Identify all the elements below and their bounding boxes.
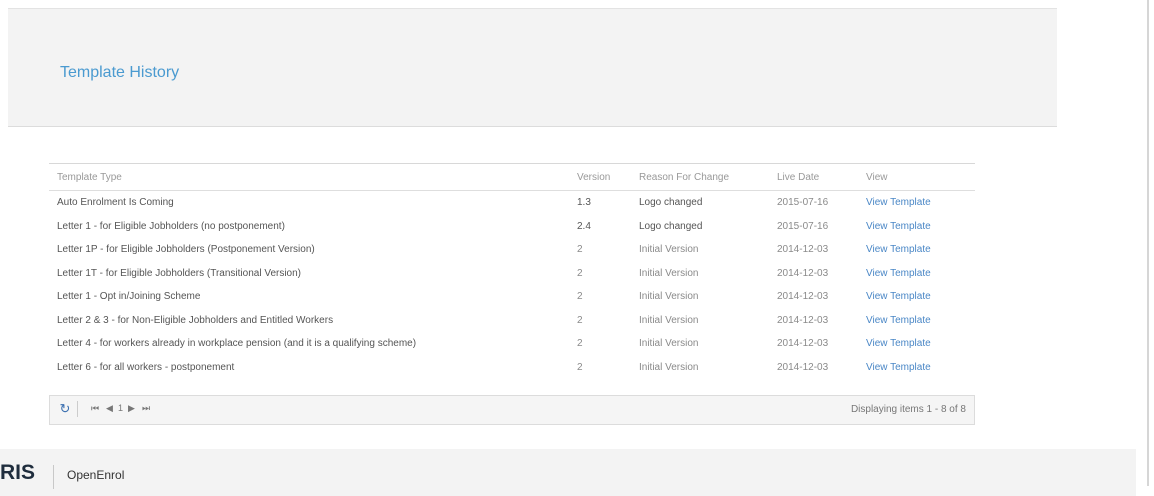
live-date-cell: 2014-12-03 bbox=[777, 361, 829, 373]
view-template-link[interactable]: View Template bbox=[858, 332, 975, 356]
template-type-cell: Letter 1T - for Eligible Jobholders (Tra… bbox=[57, 267, 302, 279]
reason-cell: Initial Version bbox=[639, 338, 699, 350]
column-header-live-date[interactable]: Live Date bbox=[769, 163, 858, 191]
brand-logo: RIS bbox=[0, 461, 36, 484]
version-cell: 2 bbox=[577, 244, 583, 256]
scrollbar[interactable] bbox=[1147, 0, 1149, 486]
version-cell: 2 bbox=[577, 267, 583, 279]
table-row: Letter 1T - for Eligible Jobholders (Tra… bbox=[49, 262, 975, 286]
version-cell: 2 bbox=[577, 338, 583, 350]
view-template-link[interactable]: View Template bbox=[858, 238, 975, 262]
footer: RIS OpenEnrol bbox=[0, 449, 1136, 496]
column-header-version[interactable]: Version bbox=[569, 163, 631, 191]
reason-cell: Logo changed bbox=[639, 197, 703, 209]
table-row: Letter 6 - for all workers - postponemen… bbox=[49, 356, 975, 380]
reason-cell: Initial Version bbox=[639, 291, 699, 303]
pager-info: Displaying items 1 - 8 of 8 bbox=[850, 404, 966, 415]
template-type-cell: Letter 6 - for all workers - postponemen… bbox=[57, 361, 235, 373]
view-template-link[interactable]: View Template bbox=[858, 309, 975, 333]
product-name: OpenEnrol bbox=[67, 468, 125, 482]
column-header-template-type[interactable]: Template Type bbox=[49, 163, 569, 191]
next-page-icon[interactable]: ▶ bbox=[128, 403, 135, 414]
live-date-cell: 2014-12-03 bbox=[777, 267, 829, 279]
view-template-link[interactable]: View Template bbox=[858, 356, 975, 380]
version-cell: 2 bbox=[577, 291, 583, 303]
live-date-cell: 2014-12-03 bbox=[777, 244, 829, 256]
live-date-cell: 2014-12-03 bbox=[777, 338, 829, 350]
template-type-cell: Letter 4 - for workers already in workpl… bbox=[57, 338, 417, 350]
table-header-row: Template Type Version Reason For Change … bbox=[49, 163, 975, 191]
table-row: Letter 1 - Opt in/Joining Scheme 2 Initial… bbox=[49, 285, 975, 309]
live-date-cell: 2015-07-16 bbox=[777, 220, 829, 232]
reason-cell: Initial Version bbox=[639, 314, 699, 326]
version-cell: 2.4 bbox=[577, 220, 591, 232]
view-template-link[interactable]: View Template bbox=[858, 285, 975, 309]
column-header-view[interactable]: View bbox=[858, 163, 975, 191]
table-row: Letter 4 - for workers already in workpl… bbox=[49, 332, 975, 356]
page-number[interactable]: 1 bbox=[118, 403, 123, 413]
column-header-reason[interactable]: Reason For Change bbox=[631, 163, 769, 191]
table-row: Auto Enrolment Is Coming 1.3 Logo changed 2… bbox=[49, 191, 975, 215]
page-title: Template History bbox=[60, 64, 180, 81]
reason-cell: Initial Version bbox=[639, 361, 699, 373]
footer-divider bbox=[53, 465, 54, 489]
refresh-icon[interactable]: ↻ bbox=[57, 401, 78, 417]
live-date-cell: 2015-07-16 bbox=[777, 197, 829, 209]
version-cell: 2 bbox=[577, 314, 583, 326]
template-type-cell: Letter 1 - Opt in/Joining Scheme bbox=[57, 291, 201, 303]
template-type-cell: Auto Enrolment Is Coming bbox=[57, 197, 174, 209]
pager: ↻ ⏮ ◀ 1 ▶ ⏭ Displaying items 1 - 8 of 8 bbox=[49, 395, 975, 425]
live-date-cell: 2014-12-03 bbox=[777, 314, 829, 326]
view-template-link[interactable]: View Template bbox=[858, 191, 975, 215]
first-page-icon[interactable]: ⏮ bbox=[91, 403, 99, 414]
version-cell: 1.3 bbox=[577, 197, 591, 209]
template-type-cell: Letter 1 - for Eligible Jobholders (no p… bbox=[57, 220, 285, 232]
view-template-link[interactable]: View Template bbox=[858, 215, 975, 239]
reason-cell: Initial Version bbox=[639, 244, 699, 256]
table-row: Letter 1P - for Eligible Jobholders (Pos… bbox=[49, 238, 975, 262]
version-cell: 2 bbox=[577, 361, 583, 373]
template-type-cell: Letter 2 & 3 - for Non-Eligible Jobholde… bbox=[57, 314, 334, 326]
view-template-link[interactable]: View Template bbox=[858, 262, 975, 286]
live-date-cell: 2014-12-03 bbox=[777, 291, 829, 303]
last-page-icon[interactable]: ⏭ bbox=[142, 403, 150, 414]
reason-cell: Logo changed bbox=[639, 220, 703, 232]
template-type-cell: Letter 1P - for Eligible Jobholders (Pos… bbox=[57, 244, 315, 256]
prev-page-icon[interactable]: ◀ bbox=[106, 403, 113, 414]
template-history-grid: Template Type Version Reason For Change … bbox=[49, 163, 975, 431]
reason-cell: Initial Version bbox=[639, 267, 699, 279]
table-row: Letter 1 - for Eligible Jobholders (no p… bbox=[49, 215, 975, 239]
template-table: Template Type Version Reason For Change … bbox=[49, 163, 975, 379]
table-row: Letter 2 & 3 - for Non-Eligible Jobholde… bbox=[49, 309, 975, 333]
page-header: Template History bbox=[8, 8, 1057, 127]
